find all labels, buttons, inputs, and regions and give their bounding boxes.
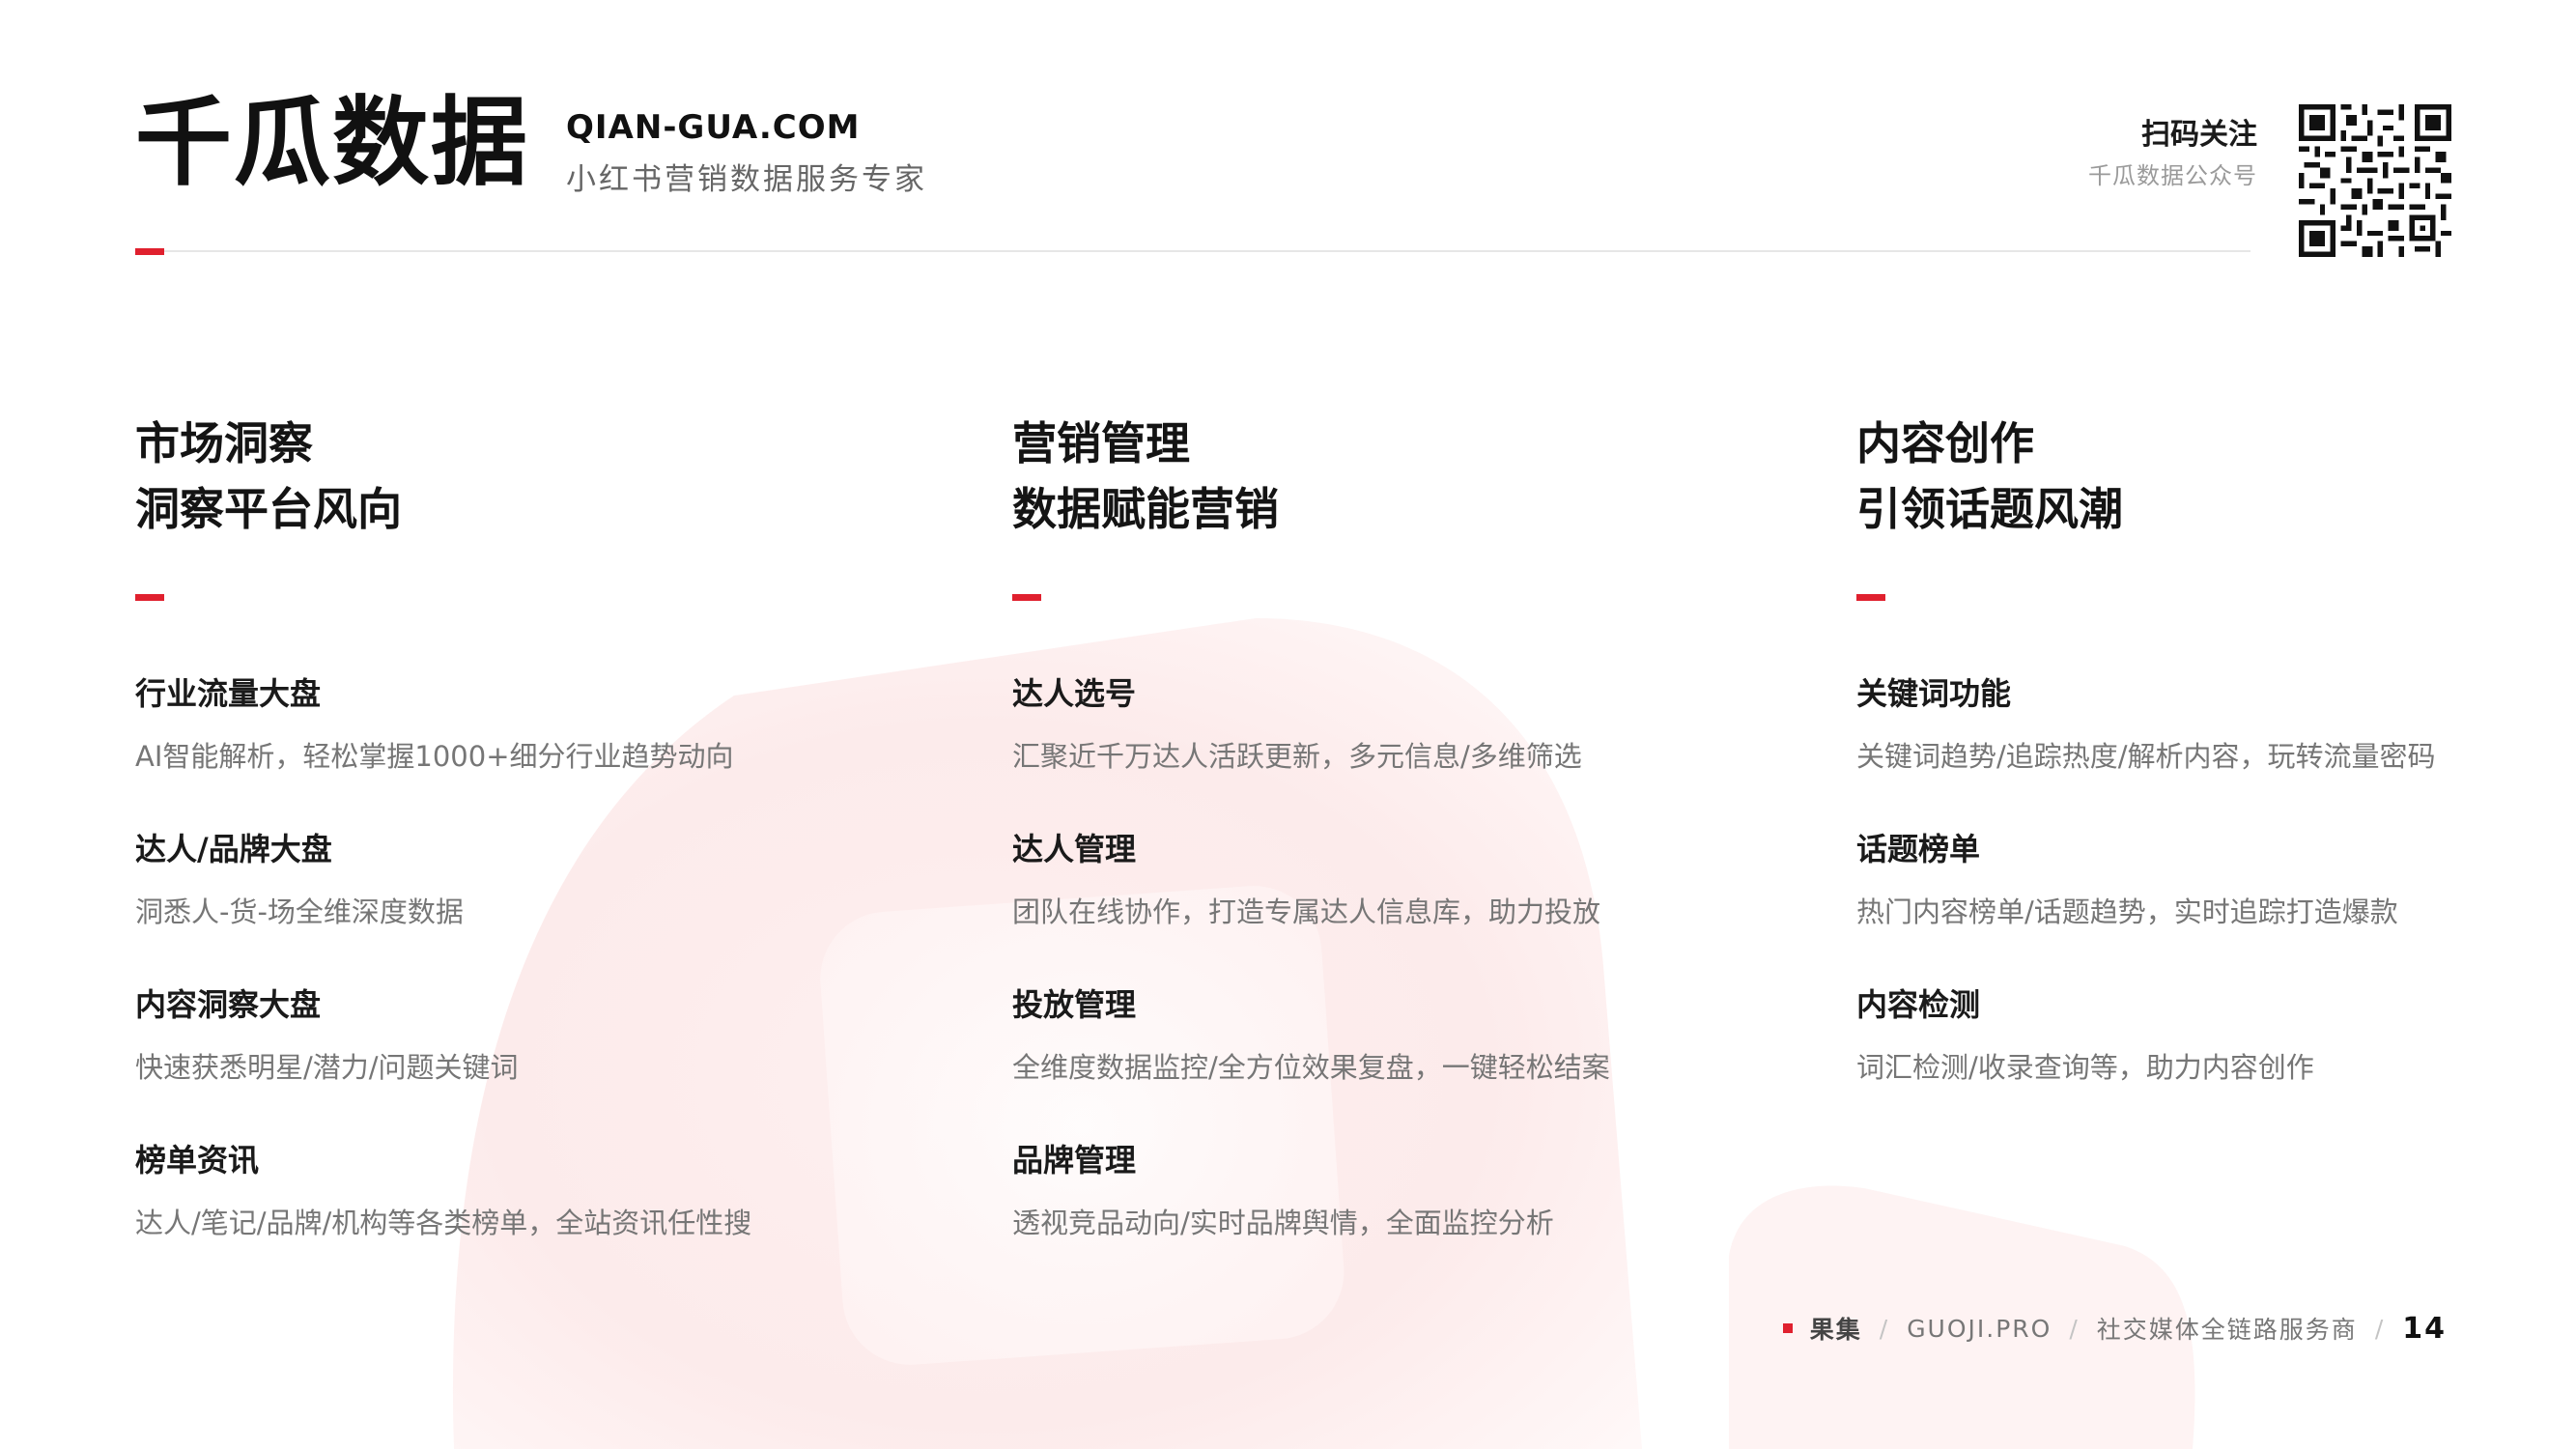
page-number: 14 [2402, 1311, 2447, 1346]
feature-title: 达人管理 [1012, 831, 1137, 867]
footer-separator: / [2374, 1314, 2386, 1343]
brand-title: 千瓜数据 [135, 86, 529, 199]
feature-description: 快速获悉明星/潜力/问题关键词 [135, 1051, 519, 1084]
feature-item: 达人管理 团队在线协作，打造专属达人信息库，助力投放 [1012, 830, 1804, 985]
footer-separator: / [1879, 1314, 1890, 1343]
column-heading-line1: 市场洞察 [135, 417, 313, 469]
feature-description: 团队在线协作，打造专属达人信息库，助力投放 [1012, 895, 1601, 928]
feature-title: 话题榜单 [1856, 831, 1981, 867]
header-divider [135, 250, 2250, 252]
feature-item: 达人选号 汇聚近千万达人活跃更新，多元信息/多维筛选 [1012, 674, 1804, 830]
feature-title: 品牌管理 [1012, 1142, 1137, 1179]
feature-item: 关键词功能 关键词趋势/追踪热度/解析内容，玩转流量密码 [1856, 674, 2475, 830]
feature-item: 品牌管理 透视竞品动向/实时品牌舆情，全面监控分析 [1012, 1141, 1804, 1296]
footer-brand: 果集 [1809, 1316, 1862, 1344]
feature-description: 达人/笔记/品牌/机构等各类榜单，全站资讯任性搜 [135, 1207, 752, 1239]
feature-title: 内容检测 [1856, 986, 1981, 1023]
feature-description: 透视竞品动向/实时品牌舆情，全面监控分析 [1012, 1207, 1554, 1239]
column-heading-line2: 数据赋能营销 [1012, 483, 1279, 535]
column-accent-bar [135, 594, 164, 601]
footer-accent-dot [1782, 1323, 1793, 1333]
feature-item: 内容洞察大盘 快速获悉明星/潜力/问题关键词 [135, 985, 927, 1141]
feature-item: 内容检测 词汇检测/收录查询等，助力内容创作 [1856, 985, 2475, 1141]
footer-slogan: 社交媒体全链路服务商 [2096, 1316, 2358, 1344]
column-heading-line2: 洞察平台风向 [135, 483, 402, 535]
feature-title: 榜单资讯 [135, 1142, 260, 1179]
feature-description: 关键词趋势/追踪热度/解析内容，玩转流量密码 [1856, 740, 2436, 773]
column-accent-bar [1856, 594, 1885, 601]
feature-description: 热门内容榜单/话题趋势，实时追踪打造爆款 [1856, 895, 2398, 928]
brand-tagline: 小红书营销数据服务专家 [566, 162, 927, 197]
header-accent-bar [135, 248, 164, 255]
feature-item: 达人/品牌大盘 洞悉人-货-场全维深度数据 [135, 830, 927, 985]
follow-title: 扫码关注 [2141, 118, 2257, 152]
feature-description: 全维度数据监控/全方位效果复盘，一键轻松结案 [1012, 1051, 1610, 1084]
column-market-insight: 市场洞察 洞察平台风向 行业流量大盘 AI智能解析，轻松掌握1000+细分行业趋… [135, 411, 927, 1296]
feature-description: 汇聚近千万达人活跃更新，多元信息/多维筛选 [1012, 740, 1582, 773]
feature-description: 洞悉人-货-场全维深度数据 [135, 895, 464, 928]
qr-code-icon[interactable] [2299, 104, 2451, 257]
feature-item: 榜单资讯 达人/笔记/品牌/机构等各类榜单，全站资讯任性搜 [135, 1141, 927, 1296]
column-heading-line2: 引领话题风潮 [1856, 483, 2123, 535]
feature-description: AI智能解析，轻松掌握1000+细分行业趋势动向 [135, 740, 734, 773]
feature-title: 达人/品牌大盘 [135, 831, 332, 867]
feature-item: 投放管理 全维度数据监控/全方位效果复盘，一键轻松结案 [1012, 985, 1804, 1141]
feature-title: 行业流量大盘 [135, 675, 322, 712]
column-accent-bar [1012, 594, 1041, 601]
feature-item: 话题榜单 热门内容榜单/话题趋势，实时追踪打造爆款 [1856, 830, 2475, 985]
column-content-creation: 内容创作 引领话题风潮 关键词功能 关键词趋势/追踪热度/解析内容，玩转流量密码… [1856, 411, 2475, 1141]
feature-title: 关键词功能 [1856, 675, 2012, 712]
column-heading-line1: 内容创作 [1856, 417, 2034, 469]
follow-subtitle: 千瓜数据公众号 [2088, 162, 2257, 189]
column-heading-line1: 营销管理 [1012, 417, 1190, 469]
feature-title: 达人选号 [1012, 675, 1137, 712]
column-marketing-management: 营销管理 数据赋能营销 达人选号 汇聚近千万达人活跃更新，多元信息/多维筛选 达… [1012, 411, 1804, 1296]
feature-description: 词汇检测/收录查询等，助力内容创作 [1856, 1051, 2314, 1084]
feature-item: 行业流量大盘 AI智能解析，轻松掌握1000+细分行业趋势动向 [135, 674, 927, 830]
page-footer: 果集 / GUOJI.PRO / 社交媒体全链路服务商 / 14 [1782, 1311, 2447, 1346]
footer-separator: / [2069, 1314, 2080, 1343]
brand-url[interactable]: QIAN-GUA.COM [566, 108, 860, 147]
feature-title: 内容洞察大盘 [135, 986, 322, 1023]
feature-title: 投放管理 [1012, 986, 1137, 1023]
footer-site[interactable]: GUOJI.PRO [1907, 1315, 2052, 1343]
